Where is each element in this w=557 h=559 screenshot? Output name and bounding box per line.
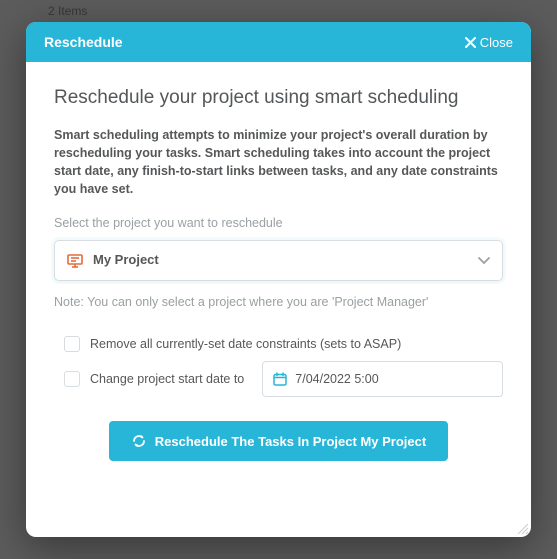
description-text: Smart scheduling attempts to minimize yo… (54, 126, 503, 199)
reschedule-modal: Reschedule Close Reschedule your project… (26, 22, 531, 537)
resize-handle[interactable] (515, 521, 529, 535)
project-select[interactable]: My Project (54, 240, 503, 281)
project-name: My Project (93, 251, 468, 270)
project-manager-note: Note: You can only select a project wher… (54, 293, 503, 311)
remove-constraints-row: Remove all currently-set date constraint… (54, 329, 503, 359)
submit-button-label: Reschedule The Tasks In Project My Proje… (155, 434, 426, 449)
remove-constraints-label: Remove all currently-set date constraint… (90, 335, 401, 353)
start-date-input[interactable]: 7/04/2022 5:00 (262, 361, 503, 397)
calendar-icon (273, 372, 287, 386)
modal-body: Reschedule your project using smart sche… (26, 62, 531, 537)
close-button[interactable]: Close (465, 35, 513, 50)
start-date-value: 7/04/2022 5:00 (295, 370, 378, 388)
refresh-icon (131, 433, 147, 449)
page-title: Reschedule your project using smart sche… (54, 84, 503, 112)
select-project-label: Select the project you want to reschedul… (54, 214, 503, 232)
change-start-date-checkbox[interactable] (64, 371, 80, 387)
close-label: Close (480, 35, 513, 50)
project-icon (67, 254, 83, 268)
change-start-date-label: Change project start date to (90, 370, 244, 388)
close-icon (465, 37, 476, 48)
chevron-down-icon (478, 257, 490, 265)
change-start-date-row: Change project start date to 7/04/2022 5… (54, 359, 503, 399)
remove-constraints-checkbox[interactable] (64, 336, 80, 352)
modal-title: Reschedule (44, 34, 123, 50)
modal-header: Reschedule Close (26, 22, 531, 62)
reschedule-submit-button[interactable]: Reschedule The Tasks In Project My Proje… (109, 421, 448, 461)
